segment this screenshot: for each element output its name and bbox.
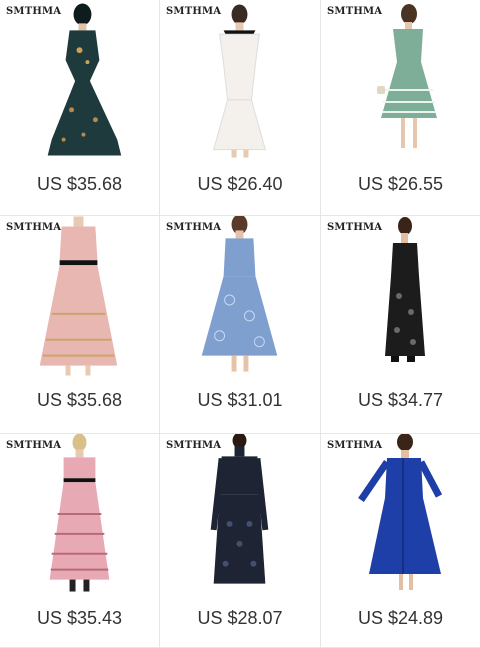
product-price: US $31.01 [197,390,283,410]
product-card[interactable]: SMTHMA US $26.55 [321,0,480,216]
pink-crochet-maxi-dress-image[interactable] [0,434,159,596]
brand-logo: SMTHMA [327,6,383,17]
mint-green-lace-midi-dress-image[interactable] [321,0,480,162]
product-price: US $28.07 [197,608,283,628]
product-card[interactable]: SMTHMA US $35.68 [0,0,160,216]
product-card[interactable]: SMTHMA US $35.68 [0,216,160,434]
product-card[interactable]: SMTHMA US $28.07 [160,434,321,648]
pink-lace-collar-midi-dress-image[interactable] [0,216,159,378]
brand-logo: SMTHMA [166,440,222,451]
brand-logo: SMTHMA [166,6,222,17]
product-card[interactable]: SMTHMA US $34.77 [321,216,480,434]
product-grid: SMTHMA US $35.68 SMTHMA US $26.40 SMTHMA… [0,0,480,648]
product-price: US $34.77 [357,390,444,410]
product-card[interactable]: SMTHMA US $26.40 [160,0,321,216]
brand-logo: SMTHMA [6,6,62,17]
product-card[interactable]: SMTHMA US $31.01 [160,216,321,434]
white-lace-off-shoulder-dress-image[interactable] [160,0,320,162]
dark-teal-floral-maxi-dress-image[interactable] [0,0,159,162]
black-lace-slip-maxi-dress-image[interactable] [321,216,480,378]
brand-logo: SMTHMA [6,222,62,233]
brand-logo: SMTHMA [327,222,383,233]
brand-logo: SMTHMA [166,222,222,233]
product-price: US $24.89 [357,608,444,628]
product-price: US $35.68 [36,174,123,194]
product-price: US $35.43 [36,608,123,628]
product-card[interactable]: SMTHMA US $24.89 [321,434,480,648]
product-price: US $35.68 [36,390,123,410]
brand-logo: SMTHMA [327,440,383,451]
navy-mesh-long-sleeve-dress-image[interactable] [160,434,320,596]
product-price: US $26.40 [197,174,283,194]
product-price: US $26.55 [357,174,444,194]
blue-lace-strappy-midi-dress-image[interactable] [160,216,320,378]
royal-blue-shirt-dress-image[interactable] [321,434,480,596]
product-card[interactable]: SMTHMA US $35.43 [0,434,160,648]
brand-logo: SMTHMA [6,440,62,451]
